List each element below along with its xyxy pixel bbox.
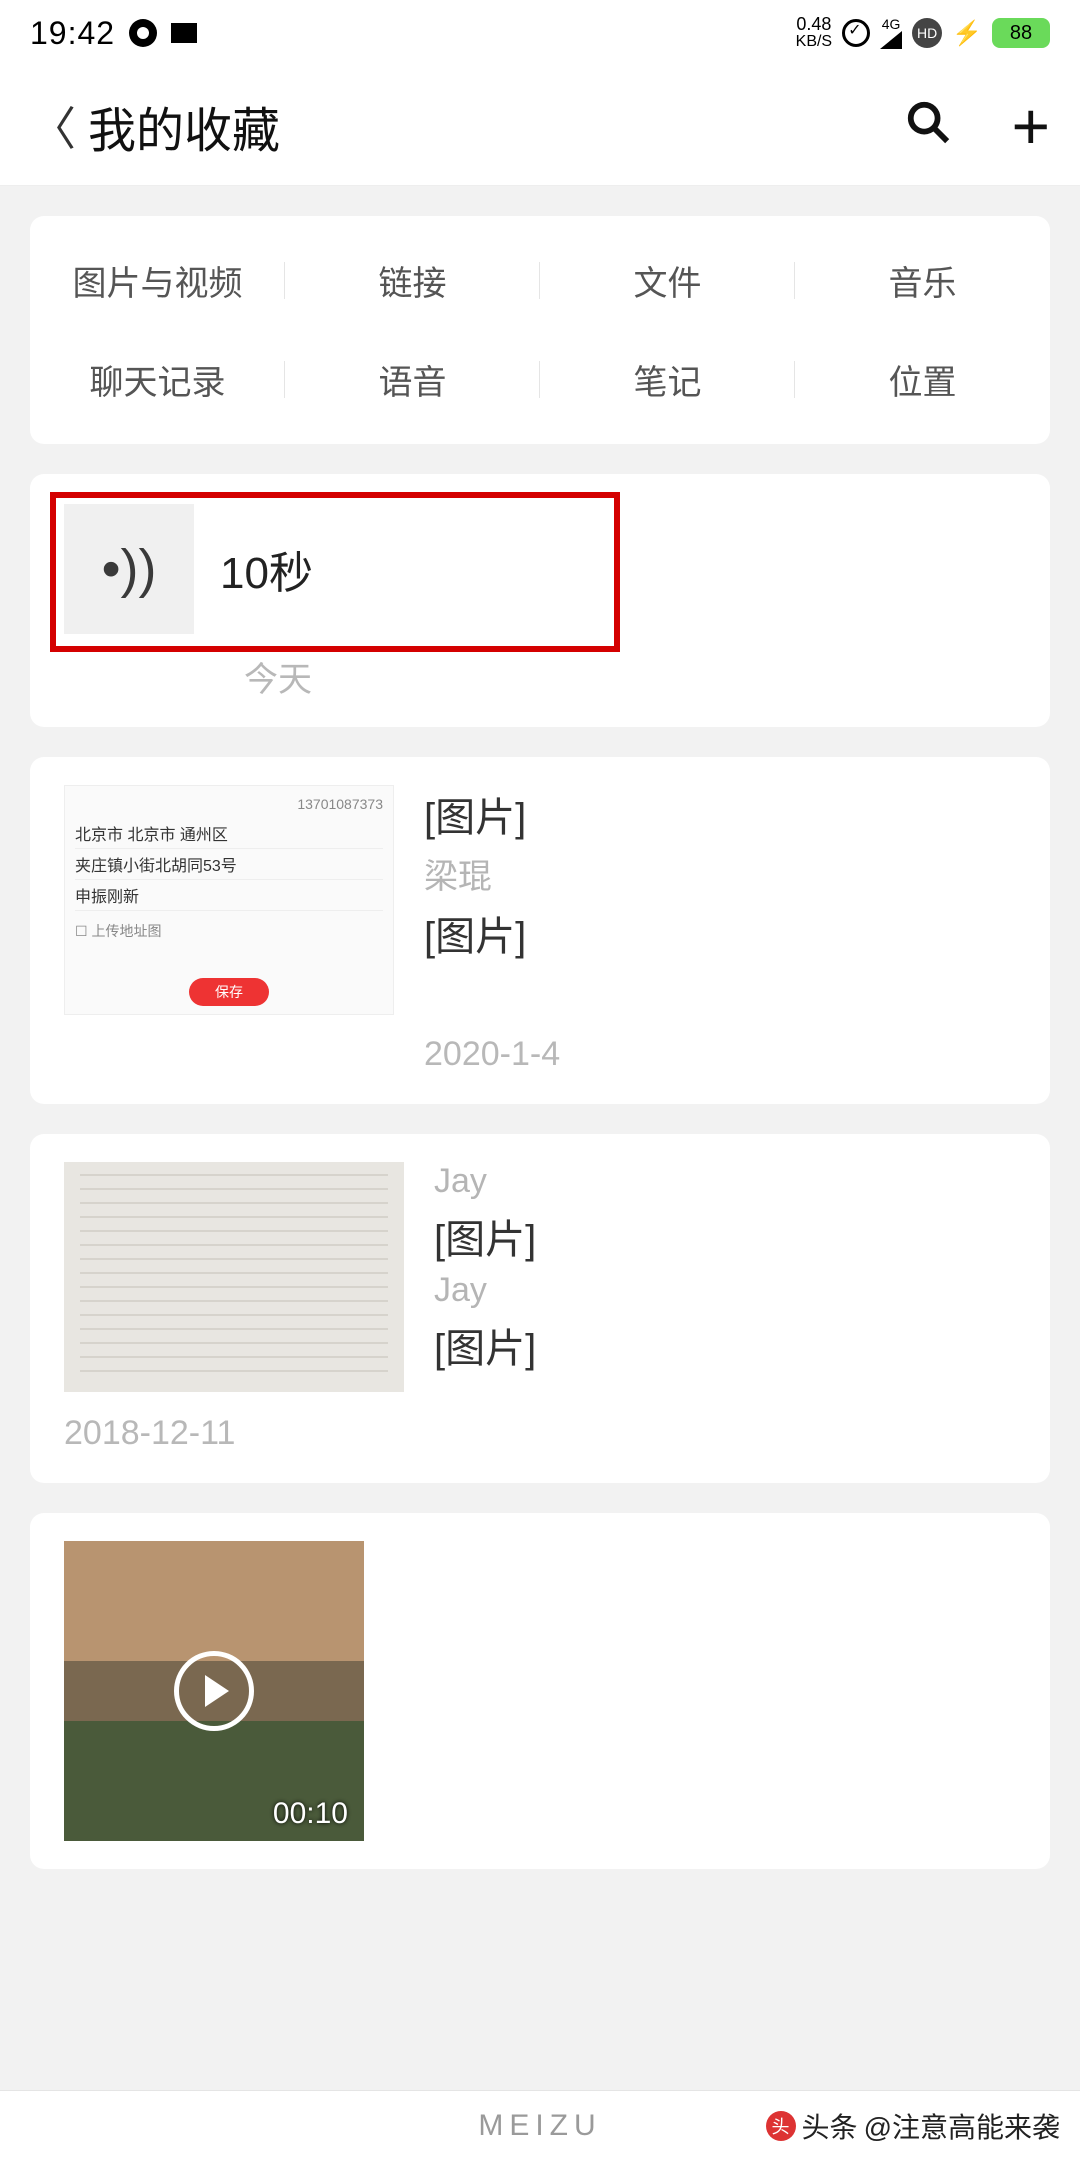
watermark-icon: 头 xyxy=(766,2111,796,2141)
page-title: 我的收藏 xyxy=(88,91,280,161)
doc-preview-text: Jay [图片] Jay [图片] xyxy=(434,1162,536,1392)
favorite-audio-item[interactable]: •)) 10秒 今天 xyxy=(30,474,1050,727)
audio-thumbnail: •)) xyxy=(64,504,194,634)
doc-thumbnail xyxy=(64,1162,404,1392)
favorite-video-item[interactable]: 00:10 xyxy=(30,1513,1050,1869)
status-time: 19:42 xyxy=(30,15,115,52)
category-voice[interactable]: 语音 xyxy=(285,355,540,404)
category-location[interactable]: 位置 xyxy=(795,355,1050,404)
audio-duration-label: 10秒 xyxy=(220,537,313,601)
category-images-videos[interactable]: 图片与视频 xyxy=(30,256,285,305)
doc-date: 2018-12-11 xyxy=(64,1414,1016,1453)
category-links[interactable]: 链接 xyxy=(285,256,540,305)
thumb-save-button: 保存 xyxy=(189,978,269,1006)
category-files[interactable]: 文件 xyxy=(540,256,795,305)
bottom-bar: MEIZU 头 头条 @注意高能来袭 xyxy=(0,2090,1080,2160)
video-thumbnail: 00:10 xyxy=(64,1541,364,1841)
alarm-icon xyxy=(842,19,870,47)
favorite-chat-item[interactable]: 13701087373 北京市 北京市 通州区 夹庄镇小街北胡同53号 申振刚新… xyxy=(30,757,1050,1104)
category-chat-history[interactable]: 聊天记录 xyxy=(30,355,285,404)
favorite-doc-item[interactable]: Jay [图片] Jay [图片] 2018-12-11 xyxy=(30,1134,1050,1483)
charging-icon: ⚡ xyxy=(952,19,982,48)
search-button[interactable] xyxy=(905,93,951,158)
signal-icon: 4G xyxy=(880,17,902,49)
watermark-user: @注意高能来袭 xyxy=(864,2106,1060,2146)
status-bar: 19:42 0.48 KB/S 4G HD ⚡ 88 xyxy=(0,0,1080,66)
audio-date: 今天 xyxy=(244,652,1016,701)
category-card: 图片与视频 链接 文件 音乐 聊天记录 语音 笔记 位置 xyxy=(30,216,1050,444)
sound-icon: •)) xyxy=(102,538,157,600)
video-duration: 00:10 xyxy=(273,1797,348,1831)
status-right: 0.48 KB/S 4G HD ⚡ 88 xyxy=(796,15,1050,51)
play-icon xyxy=(174,1651,254,1731)
app-header: 〈 我的收藏 + xyxy=(0,66,1080,186)
watermark-prefix: 头条 xyxy=(802,2106,858,2146)
brand-label: MEIZU xyxy=(478,2109,601,2143)
chat-preview-text: [图片] 梁琨 [图片] xyxy=(424,785,526,1015)
back-button[interactable]: 〈 xyxy=(30,93,80,159)
category-notes[interactable]: 笔记 xyxy=(540,355,795,404)
network-speed: 0.48 KB/S xyxy=(796,15,832,51)
content: 图片与视频 链接 文件 音乐 聊天记录 语音 笔记 位置 •)) 10秒 今天 … xyxy=(0,186,1080,1869)
chat-date: 2020-1-4 xyxy=(424,1035,1016,1074)
status-left: 19:42 xyxy=(30,15,197,52)
battery-indicator: 88 xyxy=(992,18,1050,48)
app-icon xyxy=(171,23,197,43)
category-music[interactable]: 音乐 xyxy=(795,256,1050,305)
record-icon xyxy=(129,19,157,47)
watermark: 头 头条 @注意高能来袭 xyxy=(766,2106,1060,2146)
add-button[interactable]: + xyxy=(1011,106,1050,146)
chat-thumbnail: 13701087373 北京市 北京市 通州区 夹庄镇小街北胡同53号 申振刚新… xyxy=(64,785,394,1015)
hd-icon: HD xyxy=(912,18,942,48)
